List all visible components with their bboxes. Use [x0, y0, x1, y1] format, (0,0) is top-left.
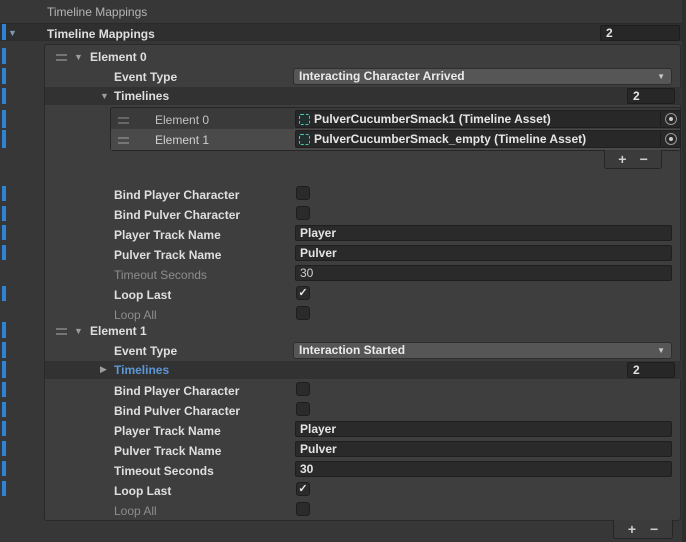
player-track-label: Player Track Name [114, 424, 221, 438]
timeout-seconds-label: Timeout Seconds [114, 464, 214, 478]
foldout-open-icon[interactable]: ▼ [74, 326, 83, 336]
foldout-open-icon[interactable]: ▼ [74, 52, 83, 62]
dropdown-caret-icon: ▼ [657, 73, 665, 81]
override-bar [2, 322, 6, 338]
bind-player-checkbox[interactable] [296, 186, 310, 200]
event-type-value: Interaction Started [299, 343, 405, 357]
override-bar [2, 441, 6, 456]
player-track-input[interactable] [295, 225, 672, 241]
remove-element-button[interactable]: − [650, 522, 658, 536]
override-bar [2, 186, 6, 201]
override-bar [2, 382, 6, 397]
override-bar [2, 130, 6, 148]
array-footer: + − [613, 520, 673, 539]
drag-handle-icon[interactable] [56, 54, 67, 61]
timeline-asset-value: PulverCucumberSmack1 (Timeline Asset) [314, 112, 551, 126]
event-type-label: Event Type [114, 344, 177, 358]
override-bar [2, 286, 6, 301]
override-bar [2, 24, 6, 40]
player-track-input[interactable] [295, 421, 672, 437]
timelines-list-footer: + − [604, 150, 662, 169]
inspector-panel: Timeline Mappings ▼ Timeline Mappings ▼ … [0, 0, 686, 542]
loop-all-label: Loop All [114, 504, 157, 518]
override-bar [2, 206, 6, 221]
timeline-asset-icon [299, 114, 310, 125]
foldout-open-icon[interactable]: ▼ [8, 28, 17, 38]
timeout-seconds-input[interactable] [295, 461, 672, 477]
override-bar [2, 481, 6, 496]
array-size-field[interactable] [600, 25, 680, 41]
element-1-title[interactable]: Element 1 [90, 324, 147, 338]
override-bar [2, 361, 6, 378]
loop-last-checkbox[interactable]: ✓ [296, 482, 310, 496]
timeline-asset-icon [299, 134, 310, 145]
override-bar [2, 88, 6, 104]
loop-all-checkbox[interactable] [296, 306, 310, 320]
dropdown-caret-icon: ▼ [657, 347, 665, 355]
timeline-mappings-title[interactable]: Timeline Mappings [47, 27, 155, 41]
timeline-asset-field[interactable]: PulverCucumberSmack1 (Timeline Asset) [295, 110, 681, 128]
timeline-asset-value: PulverCucumberSmack_empty (Timeline Asse… [314, 132, 586, 146]
player-track-label: Player Track Name [114, 228, 221, 242]
loop-all-checkbox[interactable] [296, 502, 310, 516]
bind-player-label: Bind Player Character [114, 188, 239, 202]
event-type-label: Event Type [114, 70, 177, 84]
timelines-size-field[interactable] [627, 362, 675, 378]
remove-element-button[interactable]: − [640, 152, 648, 166]
add-element-button[interactable]: + [628, 522, 636, 536]
element-0-title[interactable]: Element 0 [90, 50, 147, 64]
pulver-track-label: Pulver Track Name [114, 248, 221, 262]
pulver-track-input[interactable] [295, 441, 672, 457]
event-type-value: Interacting Character Arrived [299, 69, 465, 83]
bind-pulver-label: Bind Pulver Character [114, 404, 240, 418]
timelines-label[interactable]: Timelines [114, 89, 169, 103]
drag-handle-icon[interactable] [56, 328, 67, 335]
override-bar [2, 245, 6, 260]
loop-all-label: Loop All [114, 308, 157, 322]
override-bar [2, 225, 6, 240]
divider [660, 132, 661, 146]
divider [660, 112, 661, 126]
timeline-item-label: Element 1 [155, 133, 209, 147]
foldout-open-icon[interactable]: ▼ [100, 91, 109, 101]
override-bar [2, 342, 6, 358]
override-bar [2, 48, 6, 64]
event-type-dropdown[interactable]: Interaction Started ▼ [293, 342, 672, 359]
bind-pulver-label: Bind Pulver Character [114, 208, 240, 222]
timelines-label[interactable]: Timelines [114, 363, 169, 377]
foldout-closed-icon[interactable]: ▶ [100, 364, 107, 374]
bind-player-checkbox[interactable] [296, 382, 310, 396]
timeout-seconds-label: Timeout Seconds [114, 268, 207, 282]
drag-handle-icon[interactable] [118, 117, 129, 124]
drag-handle-icon[interactable] [118, 137, 129, 144]
add-element-button[interactable]: + [618, 152, 626, 166]
timeout-seconds-input[interactable] [295, 265, 672, 281]
script-field-label: Timeline Mappings [47, 5, 147, 19]
timelines-size-field[interactable] [627, 88, 675, 104]
loop-last-label: Loop Last [114, 288, 171, 302]
pulver-track-input[interactable] [295, 245, 672, 261]
object-picker-icon[interactable] [665, 113, 677, 125]
loop-last-checkbox[interactable]: ✓ [296, 286, 310, 300]
loop-last-label: Loop Last [114, 484, 171, 498]
override-bar [2, 110, 6, 128]
timeline-item-label: Element 0 [155, 113, 209, 127]
event-type-dropdown[interactable]: Interacting Character Arrived ▼ [293, 68, 672, 85]
override-bar [2, 68, 6, 84]
bind-player-label: Bind Player Character [114, 384, 239, 398]
object-picker-icon[interactable] [665, 133, 677, 145]
bind-pulver-checkbox[interactable] [296, 206, 310, 220]
override-bar [2, 402, 6, 417]
pulver-track-label: Pulver Track Name [114, 444, 221, 458]
override-bar [2, 461, 6, 476]
bind-pulver-checkbox[interactable] [296, 402, 310, 416]
override-bar [2, 421, 6, 436]
timeline-asset-field[interactable]: PulverCucumberSmack_empty (Timeline Asse… [295, 130, 681, 148]
